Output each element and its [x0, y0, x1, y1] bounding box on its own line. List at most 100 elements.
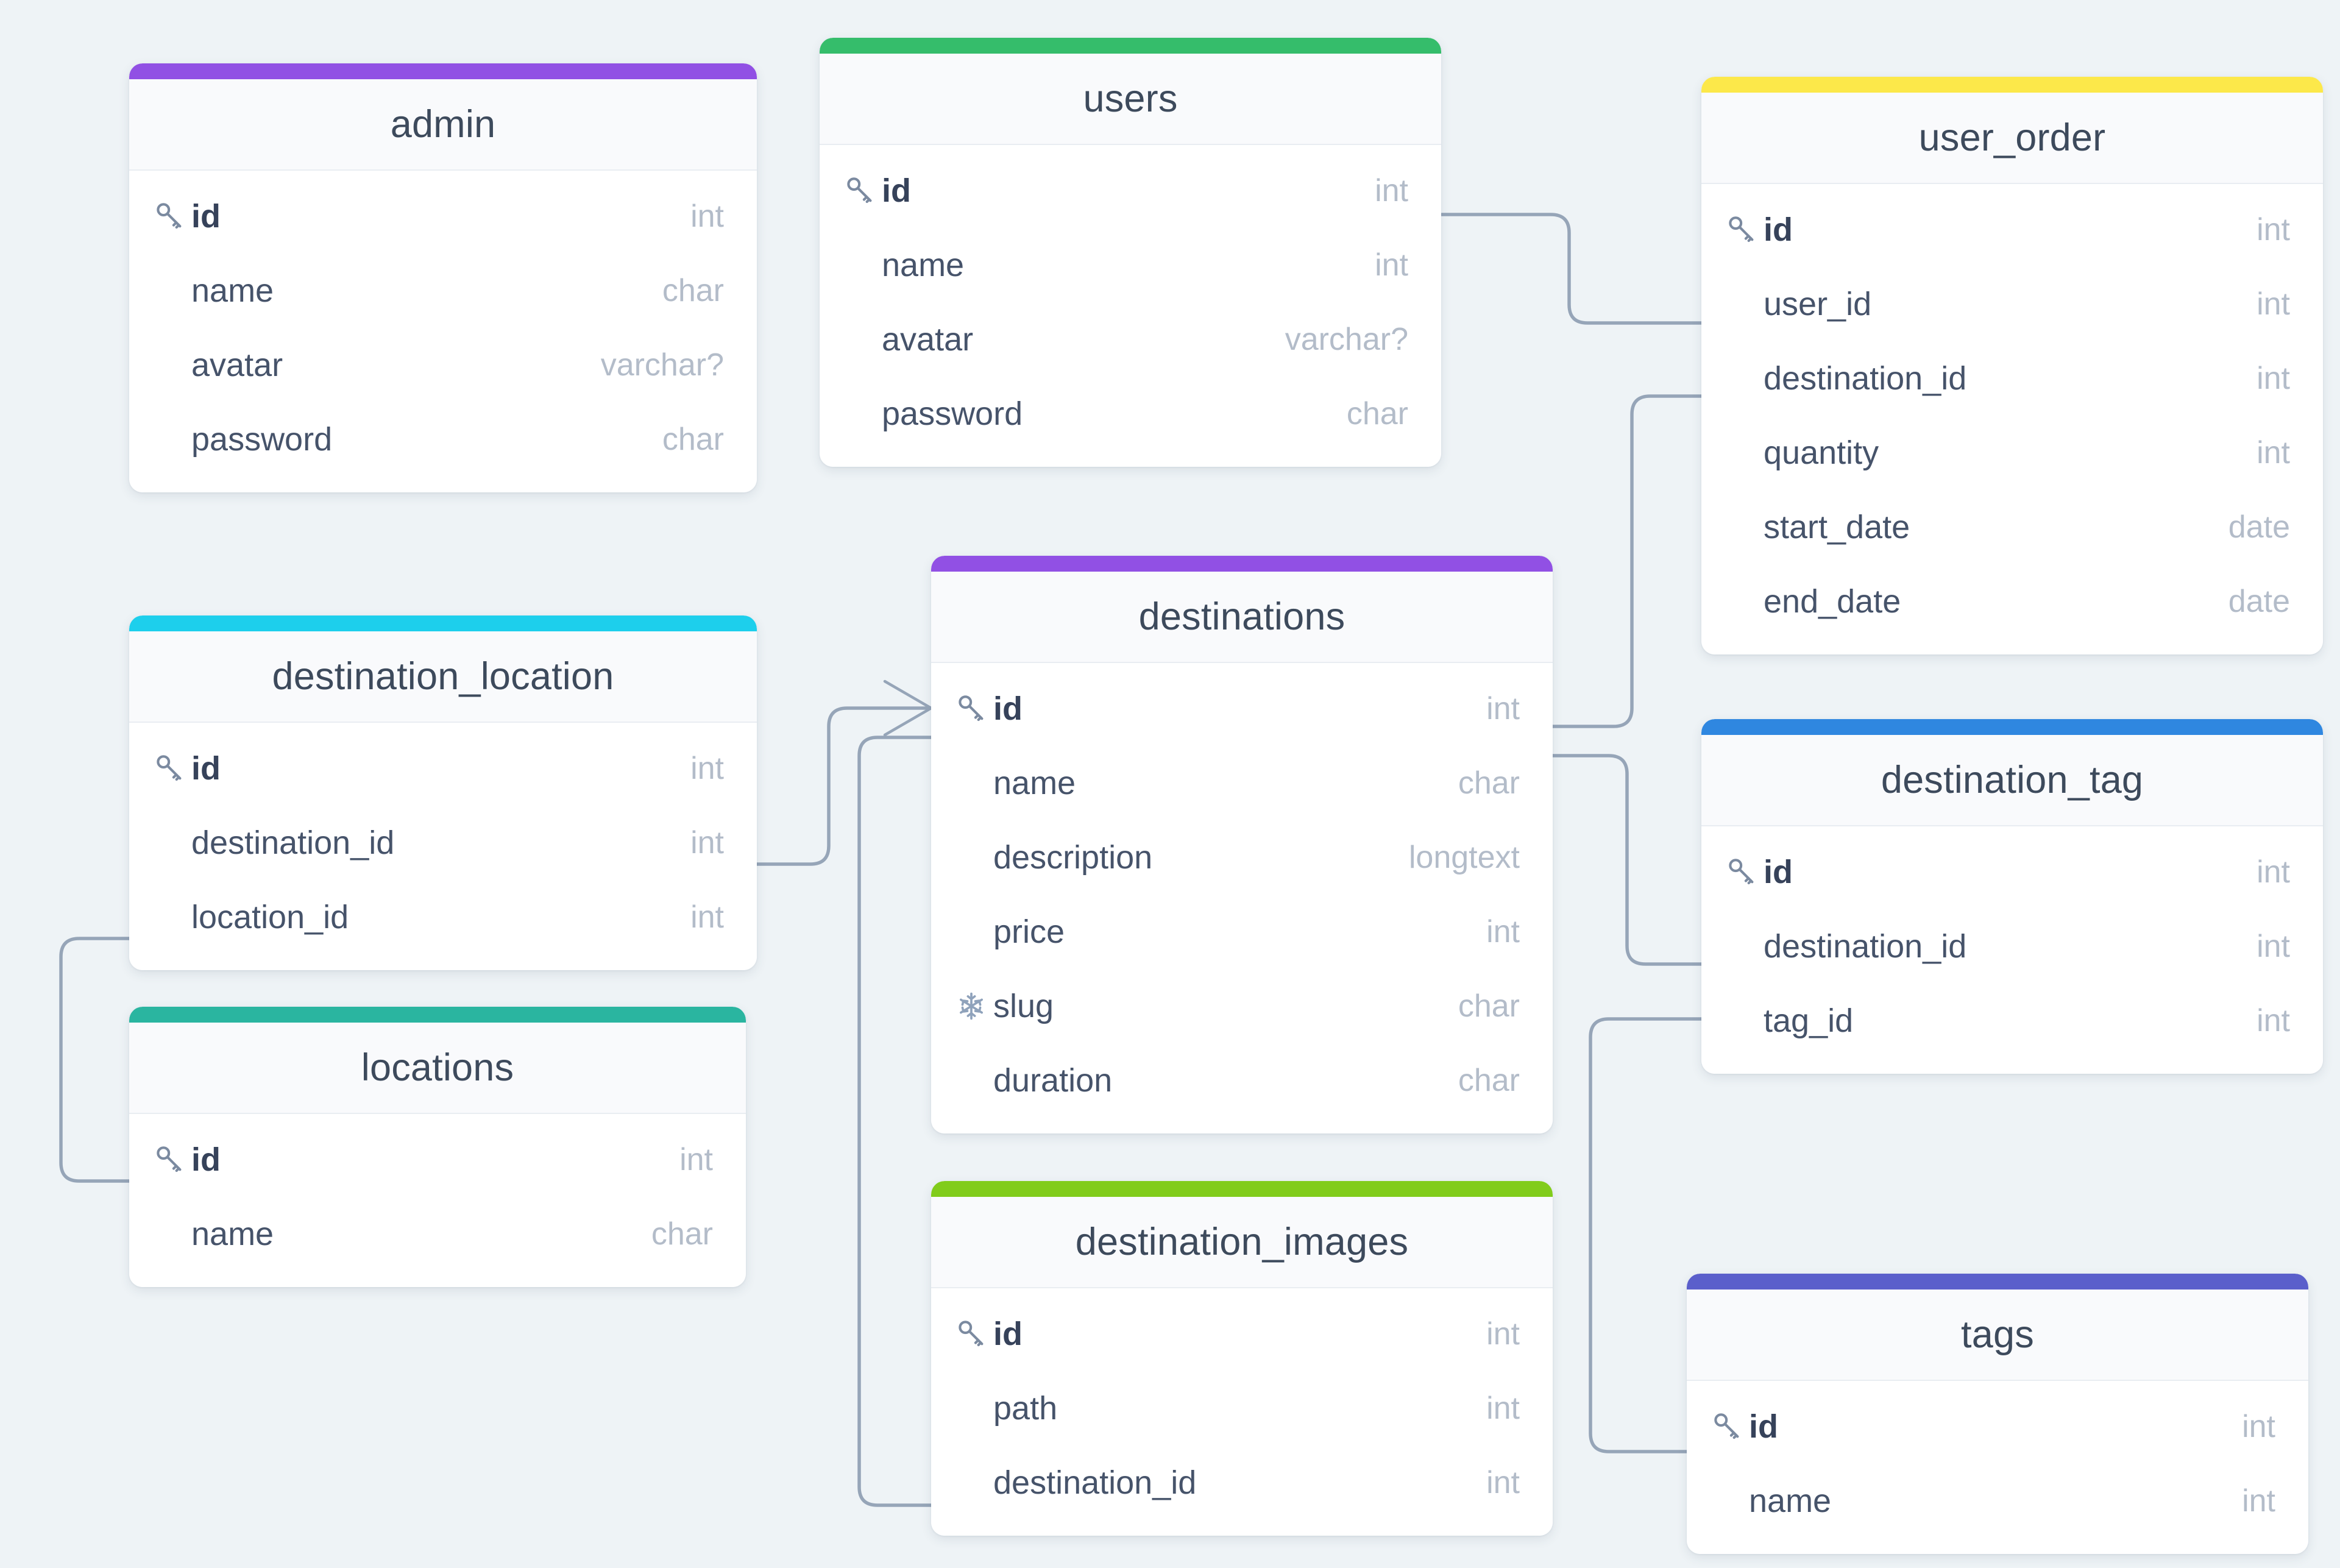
field-type: int — [690, 751, 724, 786]
snowflake-icon — [956, 990, 993, 1022]
field-name: location_id — [191, 899, 349, 935]
field-row[interactable]: destination_id int — [931, 1446, 1553, 1520]
table-card-user_order[interactable]: user_order id int user_id int destination_id i… — [1701, 77, 2323, 655]
table-header[interactable]: users — [820, 54, 1441, 145]
field-row[interactable]: quantity int — [1701, 416, 2323, 490]
field-row[interactable]: description longtext — [931, 820, 1553, 895]
field-type: date — [2228, 509, 2290, 545]
field-row[interactable]: name int — [1687, 1464, 2308, 1538]
table-accent-bar — [1687, 1274, 2308, 1290]
field-type: char — [662, 422, 724, 457]
table-card-destination_tag[interactable]: destination_tag id int destination_id int tag… — [1701, 719, 2323, 1074]
table-header[interactable]: destination_tag — [1701, 735, 2323, 826]
field-row[interactable]: name char — [129, 1197, 746, 1271]
field-row[interactable]: password char — [820, 377, 1441, 451]
table-field-list: id int destination_id int tag_id int — [1701, 826, 2323, 1074]
field-type: int — [1486, 1316, 1520, 1352]
field-row[interactable]: id int — [129, 731, 757, 806]
field-type: int — [690, 825, 724, 860]
field-name: path — [993, 1390, 1058, 1427]
field-row[interactable]: location_id int — [129, 880, 757, 954]
field-row[interactable]: destination_id int — [1701, 909, 2323, 984]
field-row[interactable]: id int — [931, 1297, 1553, 1371]
field-row[interactable]: duration char — [931, 1043, 1553, 1118]
key-icon — [1711, 1411, 1749, 1442]
field-name: duration — [993, 1062, 1113, 1099]
key-icon — [1726, 856, 1764, 888]
table-header[interactable]: user_order — [1701, 93, 2323, 184]
field-row[interactable]: id int — [129, 1123, 746, 1197]
table-card-locations[interactable]: locations id int name char — [129, 1007, 746, 1287]
field-type: int — [2257, 929, 2290, 964]
field-row[interactable]: id int — [1701, 835, 2323, 909]
edge-destinations-to-destination-images — [857, 736, 933, 1507]
field-row[interactable]: name char — [129, 254, 757, 328]
table-card-destination_images[interactable]: destination_images id int path int destinatio… — [931, 1181, 1553, 1536]
table-card-admin[interactable]: admin id int name char avatar varchar? password… — [129, 63, 757, 492]
table-field-list: id int name char — [129, 1114, 746, 1287]
field-name: id — [993, 690, 1023, 727]
field-name: name — [191, 272, 274, 309]
table-card-tags[interactable]: tags id int name int — [1687, 1274, 2308, 1554]
field-type: int — [2257, 286, 2290, 322]
field-row[interactable]: id int — [129, 179, 757, 254]
table-field-list: id int name char description longtext price int… — [931, 663, 1553, 1133]
field-type: int — [679, 1142, 713, 1177]
field-row[interactable]: id int — [820, 154, 1441, 228]
field-row[interactable]: path int — [931, 1371, 1553, 1446]
field-name: id — [191, 750, 221, 787]
table-accent-bar — [1701, 77, 2323, 93]
field-name: name — [882, 247, 965, 283]
field-row[interactable]: tag_id int — [1701, 984, 2323, 1058]
table-header[interactable]: admin — [129, 79, 757, 171]
field-name: id — [1764, 211, 1793, 248]
table-header[interactable]: destination_location — [129, 631, 757, 723]
edge-destination-location-to-destinations — [755, 706, 933, 866]
field-name: password — [191, 421, 333, 458]
field-row[interactable]: id int — [1687, 1389, 2308, 1464]
field-row[interactable]: price int — [931, 895, 1553, 969]
field-row[interactable]: id int — [931, 672, 1553, 746]
table-name: destination_images — [1075, 1221, 1409, 1263]
table-header[interactable]: tags — [1687, 1290, 2308, 1381]
field-name: destination_id — [191, 825, 395, 861]
table-header[interactable]: destination_images — [931, 1197, 1553, 1288]
table-field-list: id int path int destination_id int — [931, 1288, 1553, 1536]
table-card-destination_location[interactable]: destination_locationid int destination_id i… — [129, 615, 757, 970]
field-row[interactable]: avatar varchar? — [129, 328, 757, 402]
key-icon — [154, 1144, 191, 1176]
field-type: int — [2257, 1003, 2290, 1038]
edge-destinations-to-destination-tag — [1551, 754, 1703, 966]
field-row[interactable]: slug char — [931, 969, 1553, 1043]
field-type: char — [651, 1216, 713, 1252]
field-type: varchar? — [600, 347, 724, 383]
field-row[interactable]: end_date date — [1701, 564, 2323, 639]
field-row[interactable]: password char — [129, 402, 757, 477]
field-row[interactable]: user_id int — [1701, 267, 2323, 341]
table-field-list: id int name int — [1687, 1381, 2308, 1554]
field-row[interactable]: name int — [820, 228, 1441, 302]
table-field-list: id int user_id int destination_id int quantity… — [1701, 184, 2323, 655]
key-icon — [154, 200, 191, 232]
field-type: int — [2257, 212, 2290, 247]
table-accent-bar — [129, 615, 757, 631]
field-name: slug — [993, 988, 1054, 1024]
field-row[interactable]: avatar varchar? — [820, 302, 1441, 377]
field-type: char — [662, 273, 724, 308]
field-row[interactable]: id int — [1701, 193, 2323, 267]
field-type: int — [2257, 435, 2290, 470]
field-type: char — [1346, 396, 1408, 431]
table-accent-bar — [931, 556, 1553, 572]
edge-users-to-user-order — [1440, 213, 1703, 325]
table-header[interactable]: locations — [129, 1023, 746, 1114]
field-row[interactable]: start_date date — [1701, 490, 2323, 564]
key-icon — [956, 1318, 993, 1350]
table-card-users[interactable]: users id int name int avatar varchar? password c… — [820, 38, 1441, 467]
field-row[interactable]: destination_id int — [1701, 341, 2323, 416]
er-diagram-canvas[interactable]: admin id int name char avatar varchar? password… — [0, 0, 2340, 1568]
table-header[interactable]: destinations — [931, 572, 1553, 663]
field-row[interactable]: destination_id int — [129, 806, 757, 880]
field-row[interactable]: name char — [931, 746, 1553, 820]
table-card-destinations[interactable]: destinations id int name char description long… — [931, 556, 1553, 1133]
field-name: end_date — [1764, 583, 1901, 620]
